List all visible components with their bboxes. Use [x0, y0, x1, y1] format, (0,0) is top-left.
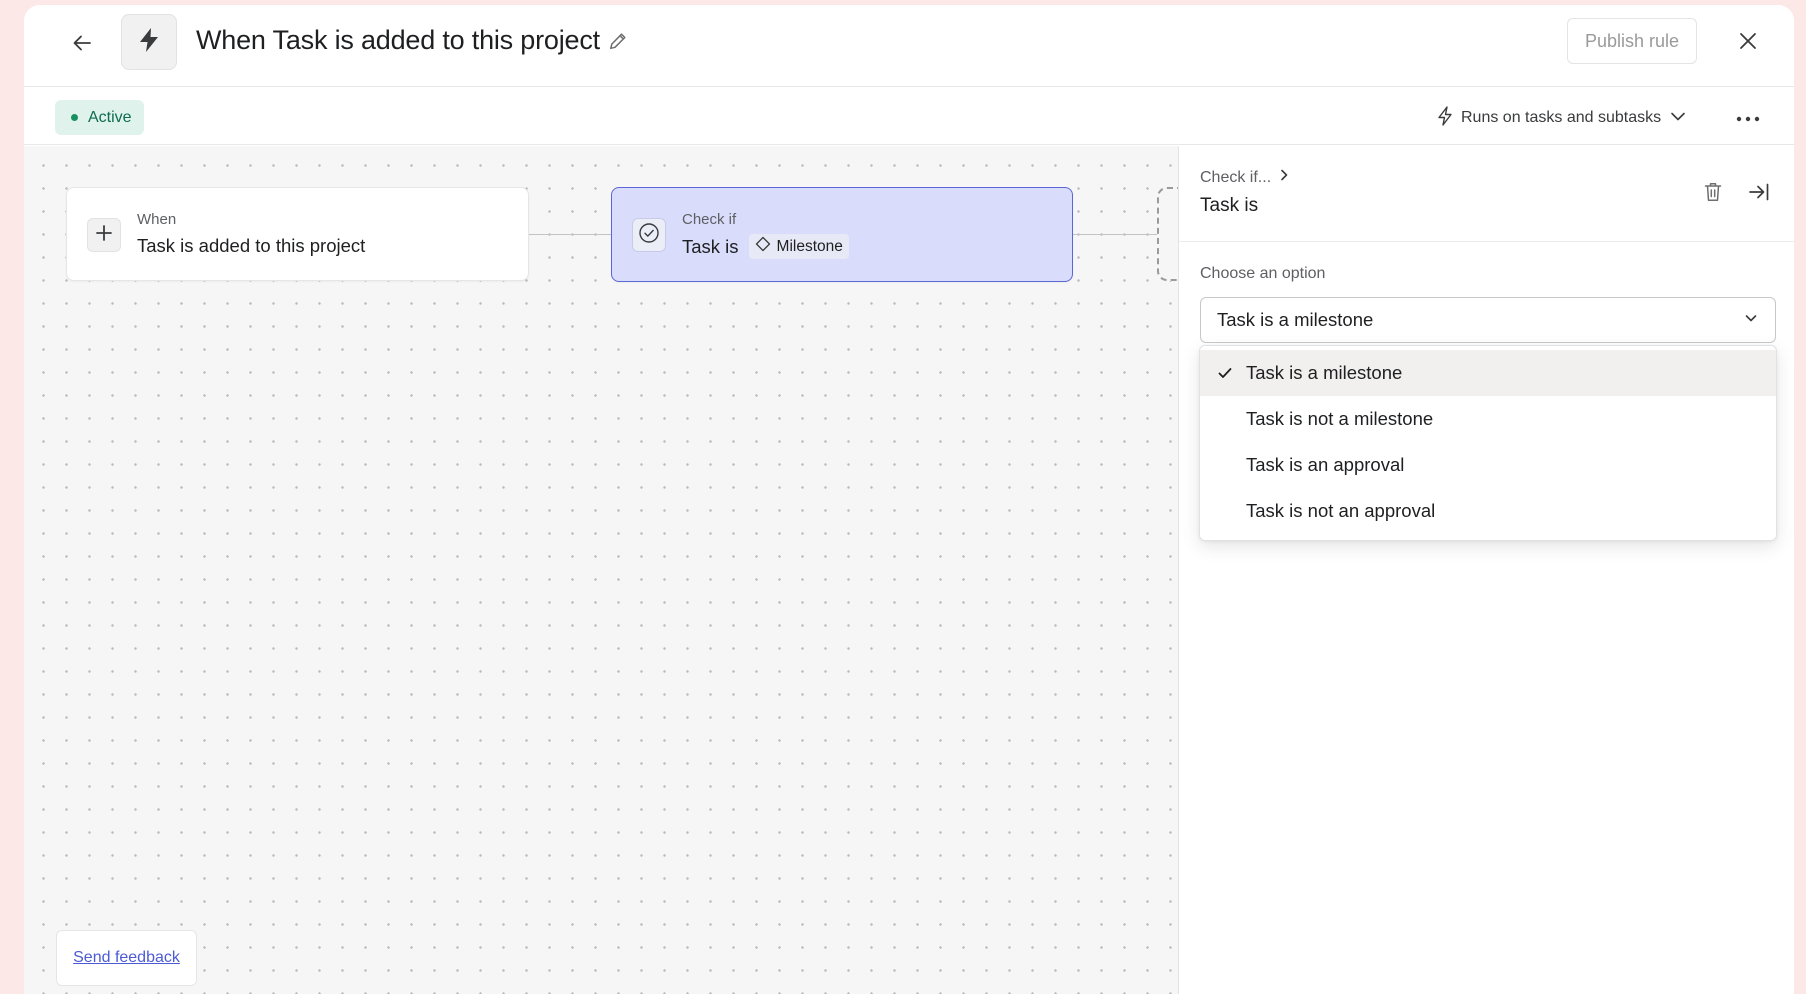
milestone-chip: Milestone: [748, 234, 849, 259]
chevron-down-icon: [1669, 107, 1687, 130]
send-feedback-link[interactable]: Send feedback: [73, 949, 180, 967]
condition-option-select[interactable]: Task is a milestone: [1200, 297, 1776, 343]
chevron-down-icon: [1743, 309, 1759, 331]
condition-kicker: Check if: [682, 211, 737, 228]
connector-line: [1073, 234, 1157, 235]
trash-icon: [1703, 181, 1723, 208]
edit-title-button[interactable]: [604, 29, 632, 57]
collapse-panel-button[interactable]: [1743, 178, 1775, 210]
breadcrumb[interactable]: Check if...: [1200, 168, 1291, 187]
choose-option-label: Choose an option: [1200, 265, 1326, 282]
publish-rule-button[interactable]: Publish rule: [1567, 18, 1697, 64]
delete-condition-button[interactable]: [1697, 178, 1729, 210]
option-dropdown-menu: Task is a milestone Task is not a milest…: [1199, 345, 1777, 541]
option-item[interactable]: Task is an approval: [1200, 442, 1776, 488]
rule-canvas[interactable]: When Task is added to this project Check…: [24, 146, 1179, 994]
lightning-bolt-icon: [137, 27, 161, 58]
breadcrumb-label: Check if...: [1200, 168, 1272, 186]
close-x-icon: [1739, 32, 1757, 55]
panel-header: Check if... Task is: [1179, 146, 1794, 242]
ellipsis-icon: [1736, 109, 1760, 127]
option-item[interactable]: Task is not an approval: [1200, 488, 1776, 534]
add-trigger-button[interactable]: [87, 218, 121, 252]
status-dot: [71, 114, 78, 121]
rule-status-bar: Active Runs on tasks and subtasks: [24, 87, 1794, 145]
runs-on-dropdown[interactable]: Runs on tasks and subtasks: [1437, 105, 1687, 131]
status-label: Active: [88, 108, 132, 126]
selected-option-value: Task is a milestone: [1217, 309, 1374, 330]
rule-header: When Task is added to this project Publi…: [24, 5, 1794, 87]
panel-title: Task is: [1200, 195, 1259, 216]
option-label: Task is not a milestone: [1246, 408, 1434, 429]
plus-icon: [95, 224, 113, 247]
rule-editor-window: When Task is added to this project Publi…: [24, 5, 1794, 994]
rule-icon-badge: [121, 14, 177, 70]
collapse-right-icon: [1748, 182, 1770, 207]
option-label: Task is a milestone: [1246, 362, 1403, 383]
option-label: Task is an approval: [1246, 454, 1405, 475]
check-circle-icon: [638, 222, 660, 249]
close-button[interactable]: [1730, 25, 1766, 61]
condition-text: Task is: [682, 235, 739, 257]
arrow-left-icon: [71, 32, 93, 59]
condition-config-panel: Check if... Task is Choose an option Tas…: [1178, 146, 1794, 994]
option-item[interactable]: Task is not a milestone: [1200, 396, 1776, 442]
milestone-chip-label: Milestone: [776, 237, 843, 255]
diamond-icon: [755, 236, 771, 257]
connector-line: [529, 234, 611, 235]
pencil-icon: [608, 31, 628, 56]
condition-node[interactable]: Check if Task is Milestone: [611, 187, 1073, 282]
feedback-box: Send feedback: [56, 930, 197, 986]
back-button[interactable]: [62, 25, 102, 65]
trigger-node[interactable]: When Task is added to this project: [66, 187, 529, 281]
option-item[interactable]: Task is a milestone: [1200, 350, 1776, 396]
checkmark-icon: [1216, 364, 1234, 382]
add-action-placeholder[interactable]: [1157, 187, 1179, 281]
condition-summary: Task is Milestone: [682, 234, 849, 259]
trigger-kicker: When: [137, 211, 177, 228]
option-label: Task is not an approval: [1246, 500, 1436, 521]
chevron-right-icon: [1277, 168, 1291, 187]
rule-title: When Task is added to this project: [196, 25, 600, 55]
status-badge: Active: [55, 100, 144, 135]
more-actions-button[interactable]: [1730, 103, 1766, 133]
bolt-outline-icon: [1437, 105, 1453, 131]
runs-on-label: Runs on tasks and subtasks: [1461, 109, 1662, 126]
trigger-text: Task is added to this project: [137, 235, 366, 256]
condition-icon-badge: [632, 218, 666, 252]
